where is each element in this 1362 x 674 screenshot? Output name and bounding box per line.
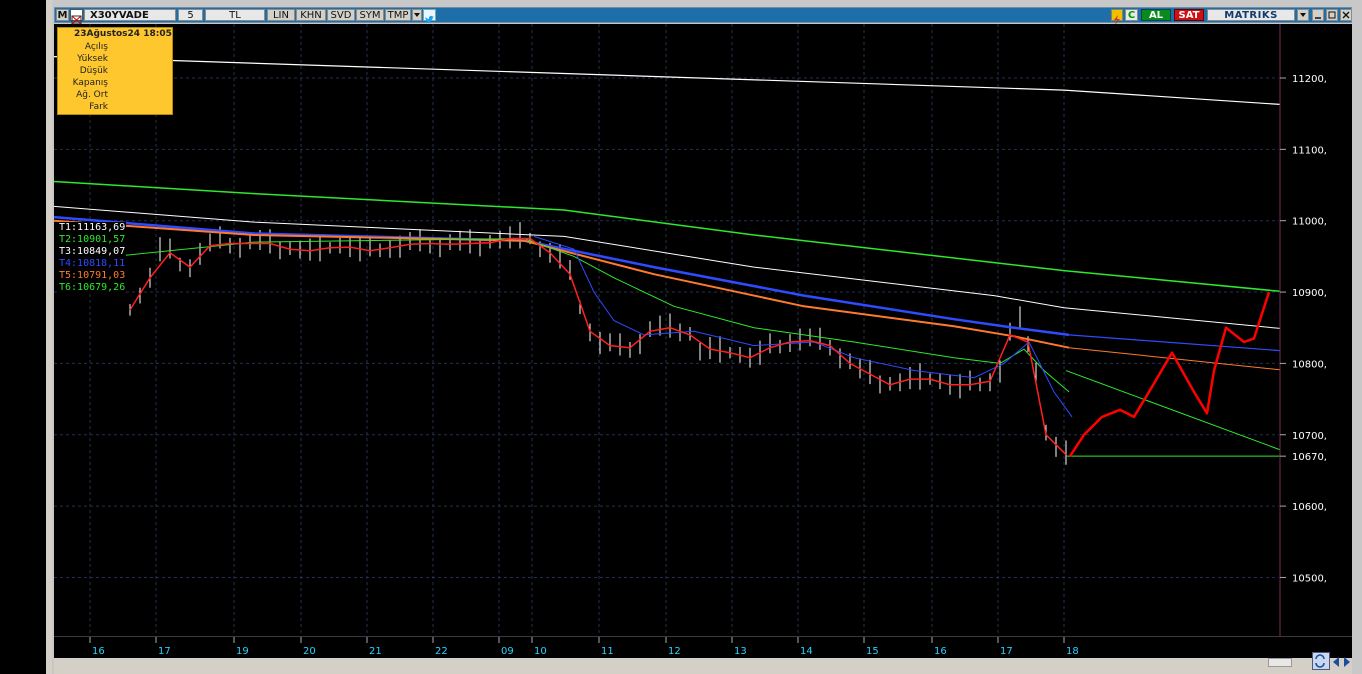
symbol-field[interactable]: X30YVADE — [84, 9, 176, 21]
status-bar — [54, 652, 1352, 674]
scroll-thumb[interactable] — [1268, 658, 1292, 667]
x-tick-label: 17 — [158, 646, 171, 657]
ma-line-t5 — [54, 219, 1070, 349]
y-tick-label: 10500, — [1292, 573, 1327, 584]
scale-khn-button[interactable]: KHN — [296, 9, 326, 21]
close-icon[interactable] — [1340, 9, 1352, 21]
x-tick-label: 22 — [435, 646, 448, 657]
x-tick-label: 10 — [534, 646, 547, 657]
y-tick-label: 10700, — [1292, 431, 1327, 442]
period-field[interactable]: 5 — [178, 9, 203, 21]
indicator-label-t5: T5:10791,03 — [58, 270, 127, 281]
indicator-label-t6: T6:10679,26 — [58, 282, 127, 293]
info-label-diff: Fark — [89, 102, 108, 112]
sell-button[interactable]: SAT — [1174, 9, 1204, 21]
ma-line-t4 — [54, 215, 1070, 337]
matriks-menu-icon[interactable]: M — [56, 9, 69, 21]
info-label-low: Düşük — [79, 66, 108, 76]
x-tick-label: 19 — [236, 646, 249, 657]
x-tick-label: 17 — [1000, 646, 1013, 657]
y-tick-label: 11000, — [1292, 217, 1327, 228]
ohlc-info-box: 23Ağustos24 18:05 Açılış Yüksek Düşük Ka… — [57, 27, 173, 115]
scale-lin-button[interactable]: LIN — [267, 9, 295, 21]
x-tick-label: 15 — [866, 646, 879, 657]
x-tick-label: 16 — [92, 646, 105, 657]
ma-line-t2 — [54, 180, 1281, 293]
y-tick-label: 10600, — [1292, 502, 1327, 513]
window-left-edge — [46, 0, 52, 674]
currency-field[interactable]: TL — [205, 9, 265, 21]
tools-dropdown-icon[interactable] — [412, 9, 422, 21]
chart-canvas[interactable]: 11200, 11100, 11000, 10900, 10800, 10700, 1067… — [54, 24, 1352, 636]
info-box-date: 23Ağustos24 18:05 — [74, 29, 172, 39]
time-axis: 16 17 19 20 21 22 09 10 11 12 13 14 15 16 17 18 — [54, 636, 1352, 659]
x-tick-label: 21 — [369, 646, 382, 657]
maximize-icon[interactable] — [1326, 9, 1338, 21]
twitter-icon[interactable] — [423, 9, 436, 23]
info-label-wavg: Ağ. Ort — [76, 90, 108, 100]
x-tick-label: 20 — [303, 646, 316, 657]
indicator-label-t2: T2:10901,57 — [58, 234, 127, 245]
y-tick-label: 11200, — [1292, 74, 1327, 85]
x-tick-label: 16 — [934, 646, 947, 657]
trend-line[interactable] — [1065, 370, 1281, 451]
y-tick-label: 10670, — [1292, 452, 1327, 463]
info-label-open: Açılış — [84, 42, 108, 52]
scroll-left-icon[interactable] — [1331, 653, 1341, 667]
lightning-icon[interactable] — [1111, 9, 1123, 25]
chart-toolbar: M X30YVADE 5 TL LIN KHN SVD SYM TMP C AL… — [54, 7, 1352, 25]
ma-line-red — [129, 237, 1067, 456]
scale-svd-button[interactable]: SVD — [327, 9, 355, 21]
x-tick-label: 09 — [501, 646, 514, 657]
refresh-icon[interactable]: C — [1125, 9, 1138, 21]
projection-drawing[interactable] — [1068, 291, 1271, 457]
scroll-right-icon[interactable] — [1342, 653, 1352, 667]
brand-logo: MATRIKS — [1207, 9, 1295, 21]
ma-line-t3 — [54, 205, 1281, 329]
indicator-label-t4: T4:10818,11 — [58, 258, 127, 269]
buy-button[interactable]: AL — [1141, 9, 1171, 21]
indicator-label-t1: T1:11163,69 — [58, 222, 127, 233]
desktop-left-strip — [0, 0, 46, 674]
scale-sym-button[interactable]: SYM — [356, 9, 384, 21]
minimize-icon[interactable] — [1312, 9, 1324, 21]
x-tick-label: 11 — [601, 646, 614, 657]
y-tick-label: 10900, — [1292, 288, 1327, 299]
x-tick-label: 14 — [800, 646, 813, 657]
x-tick-label: 13 — [734, 646, 747, 657]
price-chart[interactable]: 11200, 11100, 11000, 10900, 10800, 10700, 1067… — [54, 24, 1352, 636]
x-tick-label: 18 — [1066, 646, 1079, 657]
menu-dropdown-icon[interactable] — [1297, 9, 1309, 21]
indicator-label-t3: T3:10849,07 — [58, 246, 127, 257]
sync-icon[interactable] — [1312, 652, 1330, 670]
scale-tmp-button[interactable]: TMP — [385, 9, 411, 21]
x-tick-label: 12 — [668, 646, 681, 657]
symbol-picker-icon[interactable] — [70, 9, 83, 25]
ma-line-t4-ext — [1068, 334, 1281, 352]
info-label-close: Kapanış — [72, 78, 108, 88]
y-tick-label: 11100, — [1292, 145, 1327, 156]
y-tick-label: 10800, — [1292, 359, 1327, 370]
info-label-high: Yüksek — [77, 54, 108, 64]
ma-line-t1 — [54, 56, 1281, 105]
